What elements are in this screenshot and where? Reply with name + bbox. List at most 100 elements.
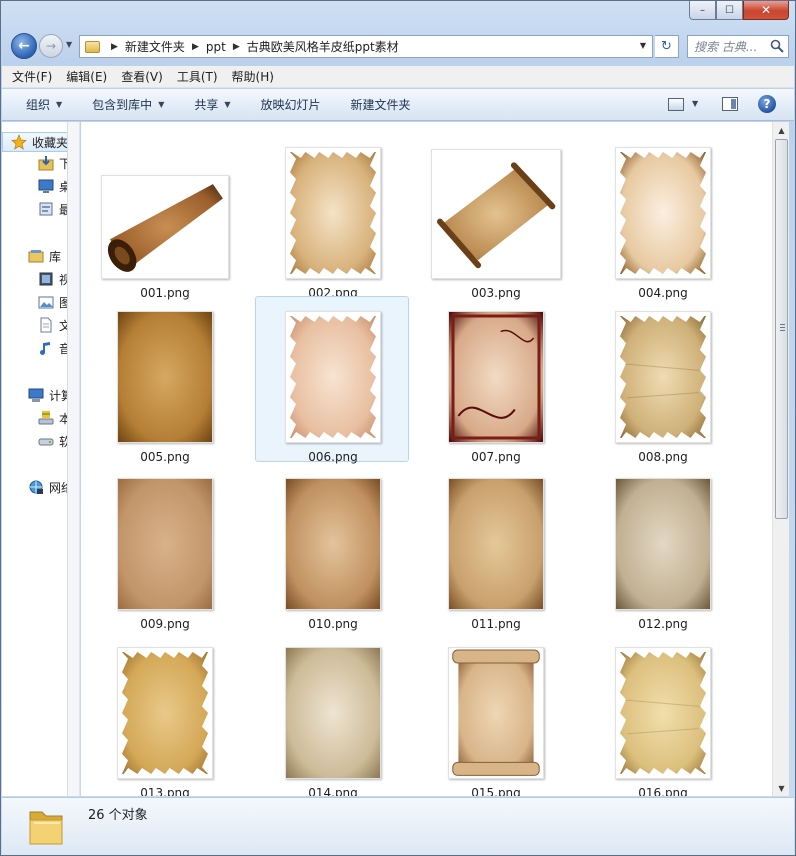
share-button[interactable]: 共享 ▼ [194, 96, 230, 113]
thumbnail-image [117, 478, 213, 610]
nav-item-label: 桌面 [59, 178, 67, 195]
help-icon[interactable]: ? [758, 95, 776, 113]
refresh-button[interactable]: ↻ [655, 35, 679, 58]
chevron-right-icon[interactable]: ▶ [192, 42, 199, 52]
chevron-right-icon[interactable]: ▶ [233, 42, 240, 52]
navigation-pane: 收藏夹下载桌面最近访问的位置库视频图片文档音乐计算机本地磁盘软盘网络 [2, 122, 68, 796]
chevron-down-icon: ▼ [224, 100, 231, 109]
arrow-left-icon: ← [18, 38, 30, 54]
menu-edit[interactable]: 编辑(E) [66, 68, 107, 85]
menu-help[interactable]: 帮助(H) [232, 68, 274, 85]
command-bar: 组织 ▼ 包含到库中 ▼ 共享 ▼ 放映幻灯片 新建文件夹 ▼ ? [2, 89, 794, 121]
chevron-right-icon[interactable]: ▶ [111, 42, 118, 52]
file-item[interactable]: 012.png [585, 463, 739, 631]
file-item[interactable]: 015.png [418, 632, 572, 796]
include-in-library-button[interactable]: 包含到库中 ▼ [92, 96, 164, 113]
vertical-scrollbar[interactable]: ▲ ▼ [772, 122, 789, 796]
file-name: 005.png [140, 450, 190, 464]
arrow-right-icon: → [45, 39, 57, 53]
nav-item-label: 音乐 [59, 340, 67, 357]
file-item[interactable]: 004.png [585, 132, 739, 300]
nav-item-label: 收藏夹 [32, 135, 68, 150]
file-item[interactable]: 011.png [418, 463, 572, 631]
file-item[interactable]: 001.png [87, 132, 241, 300]
nav-item-network[interactable]: 网络 [28, 477, 67, 497]
minimize-button[interactable]: – [689, 1, 716, 20]
file-item[interactable]: 007.png [418, 296, 572, 464]
caption-buttons: – ☐ ✕ [689, 1, 789, 21]
menu-file[interactable]: 文件(F) [12, 68, 52, 85]
menu-view[interactable]: 查看(V) [121, 68, 163, 85]
thumbnail-image [101, 175, 229, 279]
nav-item-documents[interactable]: 文档 [38, 315, 67, 335]
file-item[interactable]: 010.png [255, 463, 409, 631]
maximize-button[interactable]: ☐ [716, 1, 743, 20]
nav-item-local-disk[interactable]: 本地磁盘 [38, 408, 67, 428]
scroll-up-arrow[interactable]: ▲ [773, 122, 790, 138]
network-icon [28, 479, 44, 495]
file-item[interactable]: 005.png [87, 296, 241, 464]
folder-icon [29, 811, 63, 845]
file-item[interactable]: 016.png [585, 632, 739, 796]
nav-item-label: 文档 [59, 317, 67, 334]
file-item[interactable]: 009.png [87, 463, 241, 631]
organize-button[interactable]: 组织 ▼ [26, 96, 62, 113]
nav-item-recent-places[interactable]: 最近访问的位置 [38, 199, 67, 219]
nav-item-label: 软盘 [59, 433, 67, 450]
nav-item-pictures[interactable]: 图片 [38, 292, 67, 312]
breadcrumb-item[interactable]: 古典欧美风格羊皮纸ppt素材 [247, 38, 399, 55]
nav-item-desktop[interactable]: 桌面 [38, 176, 67, 196]
chevron-down-icon: ▼ [158, 100, 165, 109]
file-item[interactable]: 013.png [87, 632, 241, 796]
thumbnail-image [285, 647, 381, 779]
scrollbar-thumb[interactable] [775, 139, 788, 519]
change-view-icon[interactable] [668, 98, 684, 111]
slideshow-button[interactable]: 放映幻灯片 [261, 96, 321, 113]
file-item[interactable]: 006.png [255, 296, 409, 464]
library-icon [28, 248, 44, 264]
address-bar[interactable]: ▶ 新建文件夹 ▶ ppt ▶ 古典欧美风格羊皮纸ppt素材 ▼ [79, 35, 653, 58]
breadcrumb-item[interactable]: ppt [206, 40, 226, 54]
file-item[interactable]: 002.png [255, 132, 409, 300]
thumbnail-image [285, 147, 381, 279]
thumbnail-image [285, 311, 381, 443]
back-button[interactable]: ← [11, 33, 37, 59]
forward-button[interactable]: → [39, 34, 63, 58]
preview-pane-icon[interactable] [722, 97, 738, 111]
nav-item-label: 下载 [59, 155, 67, 172]
nav-item-downloads[interactable]: 下载 [38, 153, 67, 173]
downloads-icon [38, 155, 54, 171]
nav-item-computer[interactable]: 计算机 [28, 385, 67, 405]
nav-item-video[interactable]: 视频 [38, 269, 67, 289]
thumbnail-image [615, 647, 711, 779]
file-name: 016.png [638, 786, 688, 796]
video-icon [38, 271, 54, 287]
close-button[interactable]: ✕ [743, 1, 789, 20]
computer-icon [28, 387, 44, 403]
scroll-down-arrow[interactable]: ▼ [773, 780, 790, 796]
thumbnail-image [615, 478, 711, 610]
nav-item-star[interactable]: 收藏夹 [2, 132, 68, 152]
file-item[interactable]: 008.png [585, 296, 739, 464]
nav-item-library[interactable]: 库 [28, 246, 61, 266]
search-input[interactable]: 搜索 古典... [687, 35, 789, 58]
pictures-icon [38, 294, 54, 310]
nav-item-music[interactable]: 音乐 [38, 338, 67, 358]
file-item[interactable]: 014.png [255, 632, 409, 796]
nav-item-removable-drive[interactable]: 软盘 [38, 431, 67, 451]
pane-splitter[interactable] [68, 122, 80, 796]
new-folder-button[interactable]: 新建文件夹 [351, 96, 411, 113]
view-options-dropdown[interactable]: ▼ [692, 99, 698, 108]
recent-pages-dropdown[interactable]: ▼ [66, 40, 72, 49]
chevron-down-icon: ▼ [56, 100, 63, 109]
grip-icon [780, 324, 785, 331]
search-icon[interactable] [770, 39, 784, 53]
file-item[interactable]: 003.png [418, 132, 572, 300]
address-dropdown-icon[interactable]: ▼ [640, 41, 646, 50]
file-name: 006.png [308, 450, 358, 464]
menu-tools[interactable]: 工具(T) [177, 68, 218, 85]
nav-item-label: 库 [49, 249, 62, 264]
file-name: 009.png [140, 617, 190, 631]
breadcrumb-item[interactable]: 新建文件夹 [125, 38, 185, 55]
desktop-icon [38, 178, 54, 194]
